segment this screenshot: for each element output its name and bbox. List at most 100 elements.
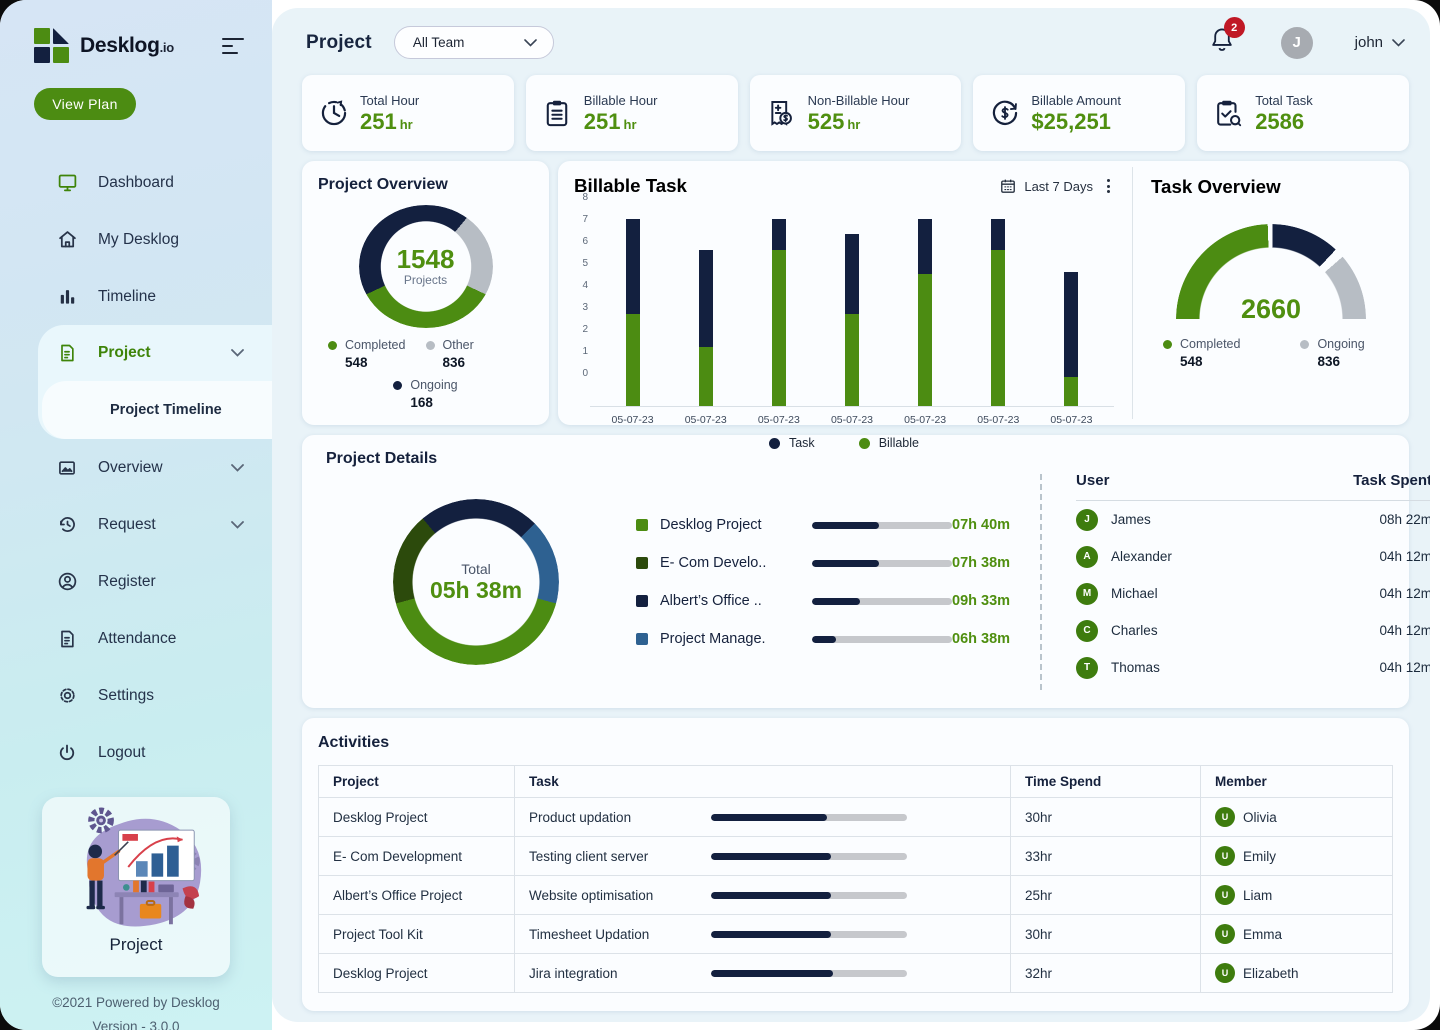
series-swatch xyxy=(636,557,648,569)
chevron-down-icon xyxy=(1392,38,1405,47)
progress-track xyxy=(812,635,952,643)
user-name: Michael xyxy=(1111,586,1158,601)
task-bar-segment xyxy=(698,249,713,347)
billable-bar-segment xyxy=(1064,377,1079,406)
project-total-count: 1548 xyxy=(396,243,455,274)
sidebar-item-overview[interactable]: Overview xyxy=(0,439,272,496)
task-spent-column-header: Task Spent xyxy=(1353,472,1430,489)
user-task-time: 08h 22m xyxy=(1379,512,1431,527)
user-name: Charles xyxy=(1111,623,1158,638)
activity-task: Testing client server xyxy=(529,848,649,864)
brand-name: Desklog.io xyxy=(80,34,174,57)
member-avatar: U xyxy=(1215,846,1235,866)
col-time-spend: Time Spend xyxy=(1010,765,1201,798)
user-task-panel: User Task Spent J James 08h 22m A Alexand… xyxy=(1042,468,1430,696)
sidebar-item-settings[interactable]: Settings xyxy=(0,667,272,724)
task-bar-segment xyxy=(918,219,933,274)
task-bar-segment xyxy=(771,219,786,250)
billable-bar-segment xyxy=(771,249,786,406)
col-member: Member xyxy=(1200,765,1393,798)
chart-bars-icon xyxy=(56,286,78,308)
x-tick-label: 05-07-23 xyxy=(684,414,727,426)
time-value: 07h 38m xyxy=(952,555,1011,571)
progress-track xyxy=(711,891,907,899)
member-name: Emma xyxy=(1243,926,1283,942)
avatar[interactable]: J xyxy=(1280,26,1313,59)
desklog-logo-icon xyxy=(34,28,70,64)
y-tick: 1 xyxy=(582,346,588,357)
stats-row: Total Hour 251hr Billable Hour 251hr N xyxy=(302,75,1409,151)
progress-track xyxy=(711,969,907,977)
task-bar-segment xyxy=(844,234,859,314)
time-value: 09h 33m xyxy=(952,593,1011,609)
sidebar-item-request[interactable]: Request xyxy=(0,496,272,553)
activity-row: Project Tool Kit Timesheet Updation 30hr… xyxy=(318,914,1393,954)
billable-bar-segment xyxy=(918,274,933,406)
receipt-dollar-icon xyxy=(766,97,808,129)
sidebar-item-project[interactable]: Project xyxy=(38,325,272,381)
user-column-header: User xyxy=(1076,472,1110,489)
main-content: Project All Team 2 J john Total Hour 251… xyxy=(272,8,1430,1022)
x-tick-label: 05-07-23 xyxy=(1050,414,1093,426)
bar-group xyxy=(815,209,888,406)
progress-fill xyxy=(812,521,880,529)
x-tick-label: 05-07-23 xyxy=(757,414,800,426)
member-avatar: U xyxy=(1215,885,1235,905)
charts-row: Project Overview 1548 Projects Completed… xyxy=(302,161,1409,450)
x-tick-label: 05-07-23 xyxy=(611,414,654,426)
sidebar-nav: Dashboard My Desklog Timeline Project Pr… xyxy=(0,154,272,781)
sidebar-footer: ©2021 Powered by Desklog Version - 3.0.0 xyxy=(0,991,272,1030)
user-avatar: T xyxy=(1076,656,1099,679)
sidebar-item-dashboard[interactable]: Dashboard xyxy=(0,154,272,211)
user-name: Alexander xyxy=(1111,549,1172,564)
legend-other: Other 836 xyxy=(425,338,524,370)
notification-bell[interactable]: 2 xyxy=(1209,17,1245,59)
project-details-card: Project Details Total 05h 38m Desklog Pr… xyxy=(302,435,1430,708)
col-task: Task xyxy=(514,765,1011,798)
progress-fill xyxy=(812,597,860,605)
user-row: T Thomas 04h 12m xyxy=(1076,649,1430,686)
time-value: 07h 40m xyxy=(952,517,1011,533)
sidebar-item-timeline[interactable]: Timeline xyxy=(0,268,272,325)
team-filter-select[interactable]: All Team xyxy=(393,26,554,59)
illustration-label: Project xyxy=(109,935,163,954)
calendar-icon xyxy=(1001,179,1016,193)
user-task-time: 04h 12m xyxy=(1379,660,1431,675)
sidebar-item-attendance[interactable]: Attendance xyxy=(0,610,272,667)
sidebar-item-register[interactable]: Register xyxy=(0,553,272,610)
view-plan-button[interactable]: View Plan xyxy=(34,88,136,120)
project-illustration xyxy=(86,807,202,927)
legend-billable: Billable xyxy=(858,436,919,450)
sidebar: Desklog.io View Plan Dashboard My Desklo… xyxy=(0,0,272,1030)
page-title: Project xyxy=(306,31,372,53)
progress-track xyxy=(711,813,907,821)
kebab-menu-icon[interactable] xyxy=(1103,177,1114,195)
stat-card-billable-hour: Billable Hour 251 hr xyxy=(525,75,738,151)
activity-project: E- Com Development xyxy=(318,836,515,876)
sidebar-item-project-timeline[interactable]: Project Timeline xyxy=(42,381,272,439)
user-name: Thomas xyxy=(1111,660,1160,675)
progress-track xyxy=(711,930,907,938)
activities-table: Project Task Time Spend Member Desklog P… xyxy=(318,765,1393,993)
stat-card-non-billable-hour: Non-Billable Hour 525 hr xyxy=(749,75,962,151)
activity-task: Timesheet Updation xyxy=(529,926,650,942)
activity-row: E- Com Development Testing client server… xyxy=(318,836,1393,876)
person-circle-icon xyxy=(56,571,78,593)
y-tick: 4 xyxy=(582,280,588,291)
billable-bar-segment xyxy=(991,249,1006,406)
project-name: E- Com Develo.. xyxy=(660,555,767,571)
history-icon xyxy=(56,514,78,536)
legend-ongoing: Ongoing 168 xyxy=(393,378,458,410)
bar-group xyxy=(962,209,1035,406)
sidebar-item-my-desklog[interactable]: My Desklog xyxy=(0,211,272,268)
sidebar-collapse-icon[interactable] xyxy=(218,34,248,58)
legend-completed: Completed 548 xyxy=(1163,337,1240,369)
activity-project: Albert’s Office Project xyxy=(318,875,515,915)
user-avatar: C xyxy=(1076,619,1099,642)
sidebar-item-logout[interactable]: Logout xyxy=(0,724,272,781)
task-total-count: 2660 xyxy=(1240,294,1302,321)
user-menu[interactable]: john xyxy=(1355,34,1405,51)
date-range-control[interactable]: Last 7 Days xyxy=(1000,178,1093,194)
activities-header-row: Project Task Time Spend Member xyxy=(318,765,1393,798)
project-overview-legend: Completed 548 Other 836 Ongoing 168 xyxy=(318,338,533,410)
